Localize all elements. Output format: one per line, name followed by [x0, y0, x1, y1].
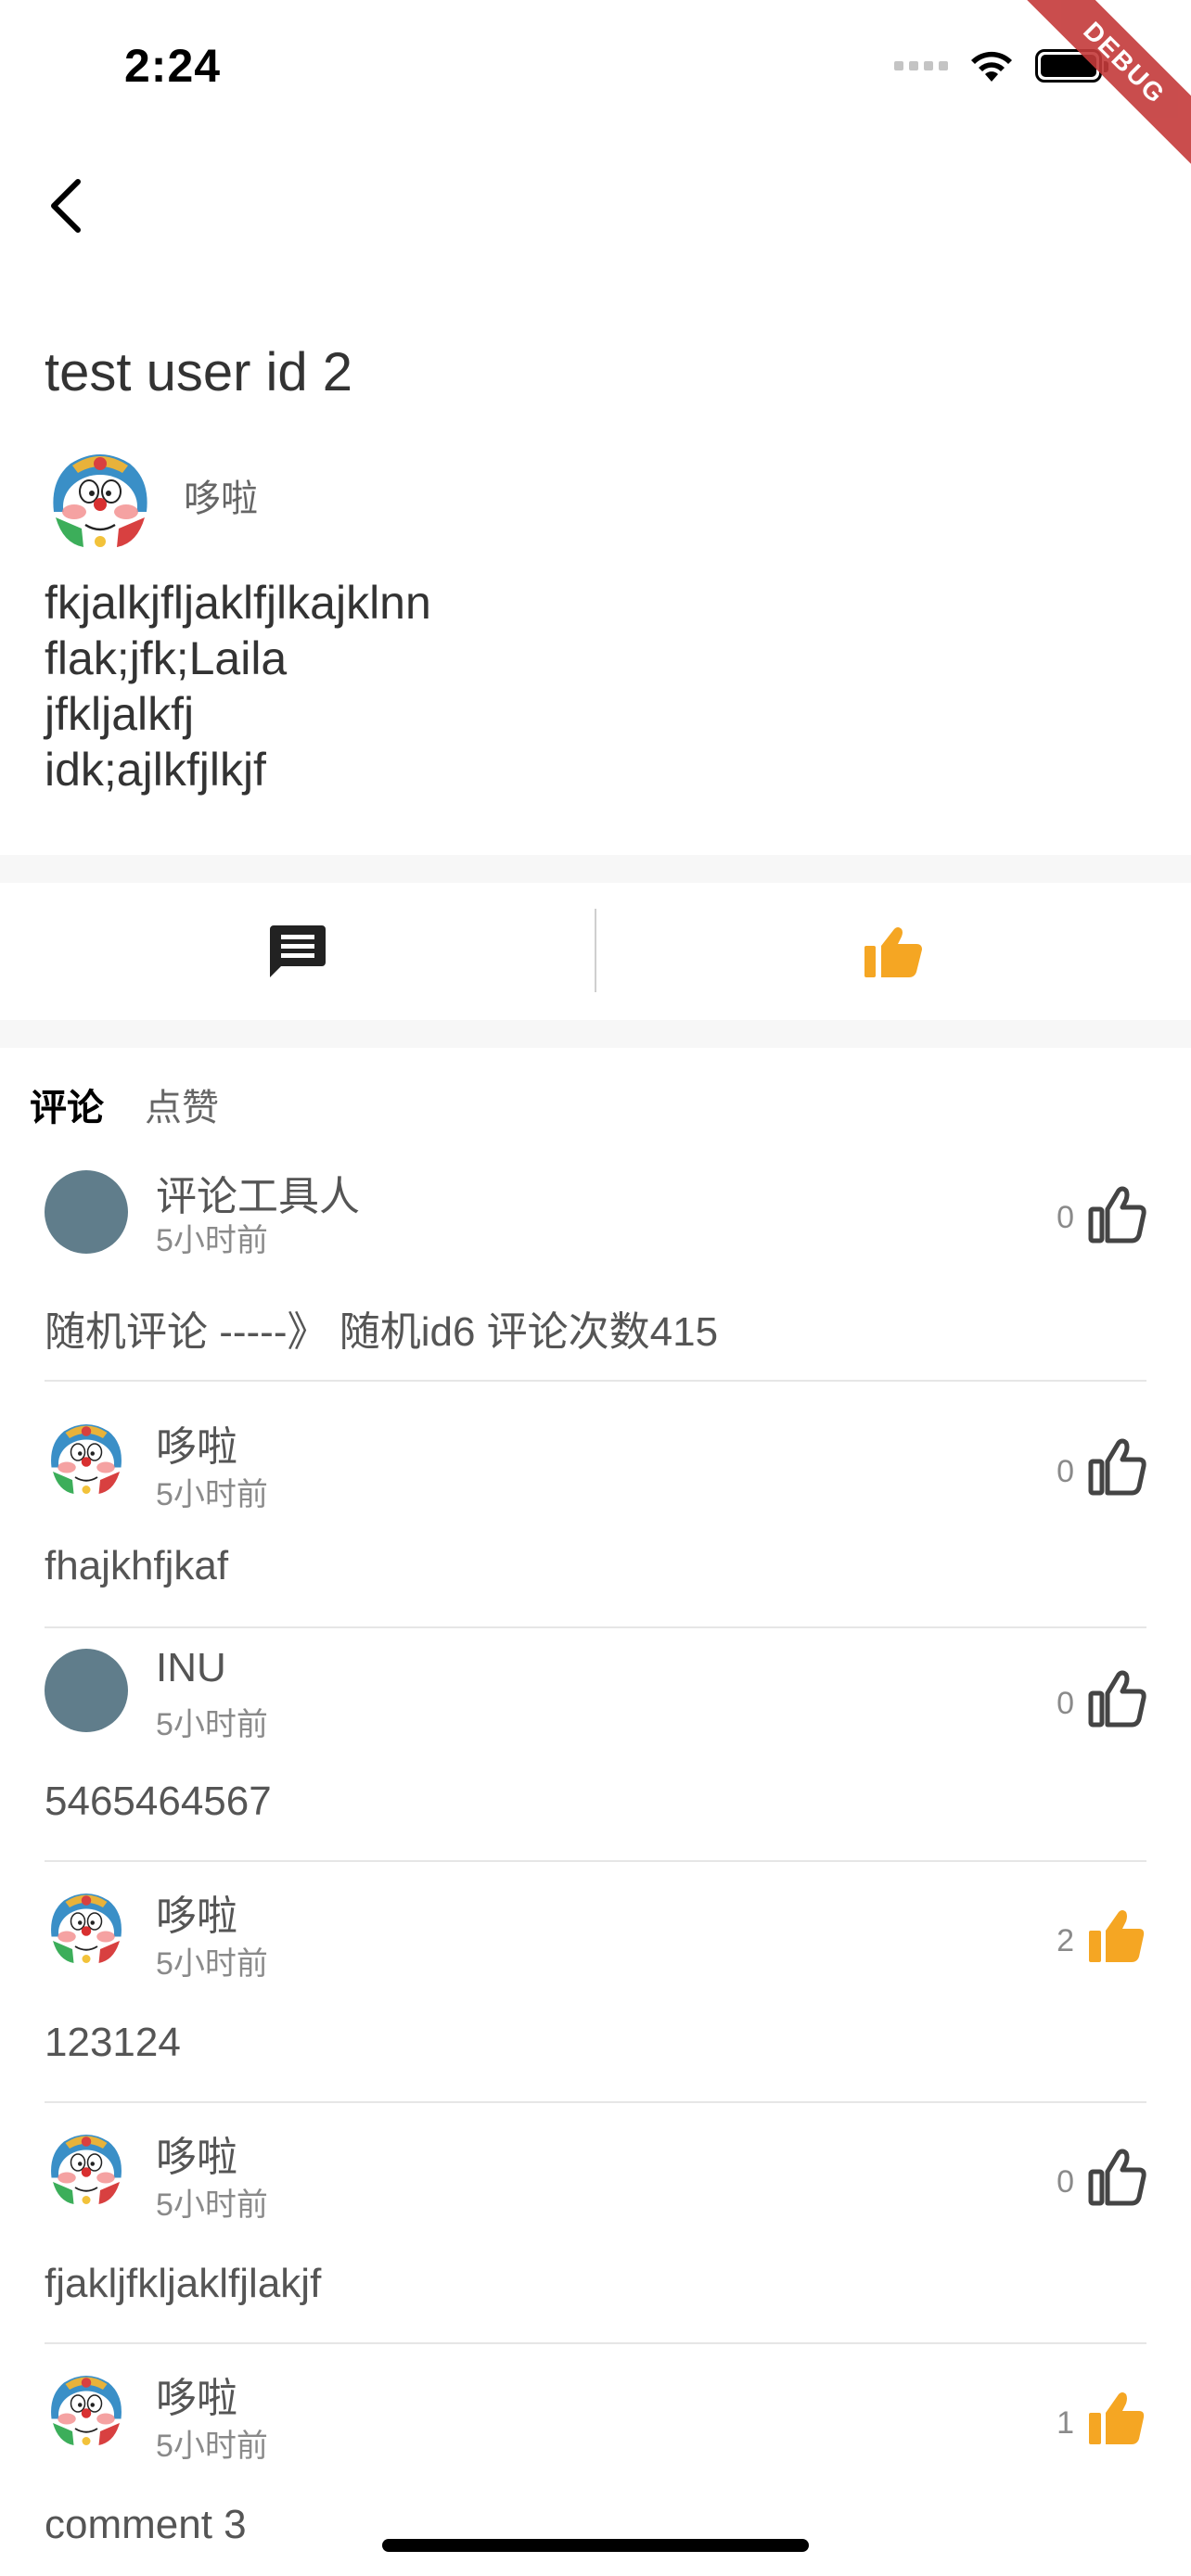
like-count: 2 [1057, 1923, 1074, 1958]
avatar[interactable] [45, 2123, 128, 2207]
thumb-up-filled-icon [1089, 2392, 1145, 2444]
tab-likes[interactable]: 点赞 [145, 1078, 219, 1131]
comment-like-button[interactable] [1087, 1185, 1146, 1244]
comment-button[interactable] [0, 883, 596, 1020]
like-button[interactable] [596, 883, 1191, 1020]
doraemon-avatar-icon [45, 2366, 127, 2447]
comment-like-button[interactable] [1087, 1669, 1146, 1728]
wifi-icon [968, 48, 1015, 83]
comment-text: 123124 [45, 2020, 181, 2065]
thumb-up-outline-icon [1088, 1670, 1146, 1728]
comment-item: 哆啦 5小时前 2 123124 [0, 1862, 1191, 2103]
tab-bar: 评论 点赞 [30, 1078, 219, 1131]
comment-icon [270, 925, 326, 977]
comment-time: 5小时前 [156, 2187, 268, 2223]
doraemon-avatar-icon [46, 441, 154, 549]
home-indicator [382, 2539, 809, 2552]
author-name[interactable]: 哆啦 [184, 468, 258, 522]
comment-time: 5小时前 [156, 1946, 268, 1982]
thumb-up-filled-icon [1089, 1910, 1145, 1962]
avatar[interactable] [45, 1413, 128, 1497]
like-count: 0 [1057, 1200, 1074, 1235]
comment-text: comment 3 [45, 2502, 247, 2547]
status-bar: 2:24 [0, 0, 1191, 130]
comment-text: 随机评论 -----》 随机id6 评论次数415 [45, 1309, 719, 1355]
thumb-up-outline-icon [1088, 1186, 1146, 1243]
post-body-line: jfkljalkfj [45, 688, 195, 740]
section-divider [0, 1020, 1191, 1048]
post-body-line: flak;jfk;Laila [45, 632, 288, 684]
comment-time: 5小时前 [156, 1707, 268, 1742]
avatar[interactable] [45, 1649, 128, 1732]
like-count: 0 [1057, 1686, 1074, 1721]
post-body-line: idk;ajlkfjlkjf [45, 744, 266, 796]
avatar[interactable] [45, 1882, 128, 1966]
comment-like-button[interactable] [1087, 1906, 1146, 1966]
comment-item: INU 5小时前 0 5465464567 [0, 1628, 1191, 1862]
commenter-name[interactable]: 哆啦 [156, 1413, 237, 1473]
comment-time: 5小时前 [156, 1223, 268, 1258]
avatar[interactable] [45, 440, 156, 551]
post-body: fkjalkjfljaklfjlkajklnn flak;jfk;Laila j… [45, 575, 431, 797]
commenter-name[interactable]: 哆啦 [156, 1882, 237, 1942]
section-divider [0, 855, 1191, 883]
post-title: test user id 2 [45, 342, 353, 402]
commenter-name[interactable]: 评论工具人 [156, 1163, 360, 1222]
comment-text: fjakljfkljaklfjlakjf [45, 2261, 322, 2306]
post-author[interactable]: 哆啦 [45, 440, 258, 551]
comment-divider [45, 1380, 1146, 1382]
comment-time: 5小时前 [156, 1477, 268, 1512]
comment-item: 评论工具人 5小时前 0 随机评论 -----》 随机id6 评论次数415 [0, 1150, 1191, 1382]
action-divider [595, 909, 596, 992]
comment-text: 5465464567 [45, 1779, 272, 1824]
comment-text: fhajkhfjkaf [45, 1543, 229, 1588]
thumb-up-outline-icon [1088, 2149, 1146, 2206]
doraemon-avatar-icon [45, 2124, 127, 2206]
battery-icon [1035, 49, 1108, 83]
like-count: 0 [1057, 1454, 1074, 1489]
comment-like-button[interactable] [1087, 2389, 1146, 2448]
status-time: 2:24 [124, 40, 222, 92]
post-body-line: fkjalkjfljaklfjlkajklnn [45, 577, 431, 629]
thumb-up-outline-icon [1088, 1438, 1146, 1496]
avatar[interactable] [45, 2365, 128, 2448]
doraemon-avatar-icon [45, 1414, 127, 1496]
comment-time: 5小时前 [156, 2429, 268, 2464]
chevron-left-icon [51, 179, 81, 233]
cellular-signal-icon [894, 61, 948, 70]
avatar[interactable] [45, 1170, 128, 1254]
like-count: 0 [1057, 2164, 1074, 2200]
comment-like-button[interactable] [1087, 1437, 1146, 1497]
comment-like-button[interactable] [1087, 2148, 1146, 2207]
thumb-up-icon [864, 927, 922, 977]
like-count: 1 [1057, 2405, 1074, 2441]
doraemon-avatar-icon [45, 1883, 127, 1965]
comment-item: 哆啦 5小时前 0 fhajkhfjkaf [0, 1393, 1191, 1628]
commenter-name[interactable]: 哆啦 [156, 2365, 237, 2424]
comment-item: 哆啦 5小时前 0 fjakljfkljaklfjlakjf [0, 2103, 1191, 2344]
tab-comments[interactable]: 评论 [30, 1078, 104, 1131]
status-icons [894, 48, 1108, 83]
commenter-name[interactable]: INU [156, 1645, 226, 1691]
back-button[interactable] [32, 172, 98, 239]
commenter-name[interactable]: 哆啦 [156, 2123, 237, 2183]
